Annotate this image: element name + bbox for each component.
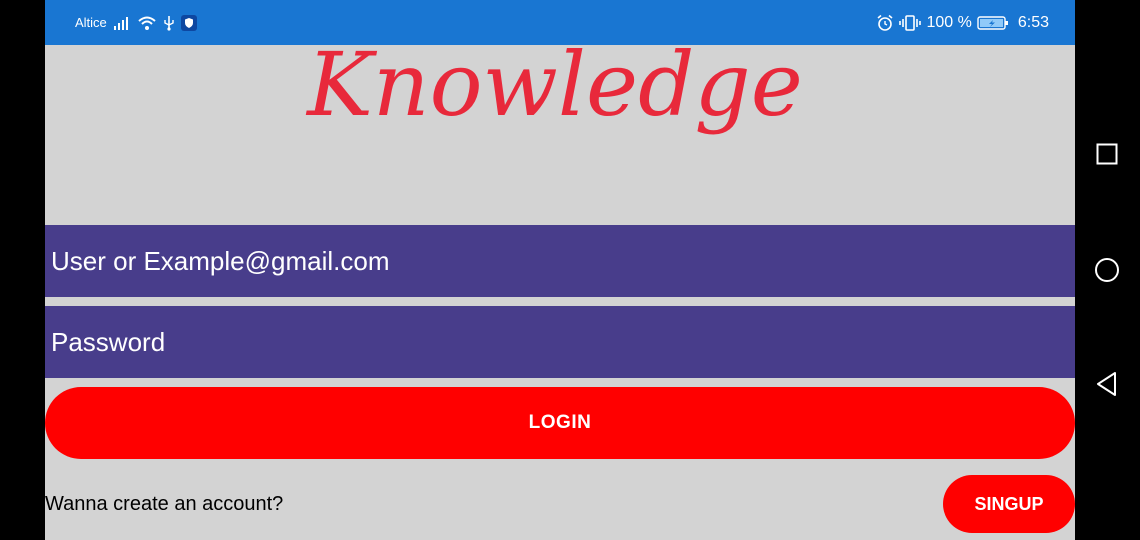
usb-icon: [163, 15, 175, 31]
home-icon[interactable]: [1087, 250, 1127, 290]
signal-icon: [113, 16, 131, 30]
navigation-bar: [1075, 0, 1140, 540]
app-screen: Altice 100 % 6:53 Knowledge User or Exam…: [45, 0, 1075, 540]
vibrate-icon: [899, 14, 922, 32]
shield-icon: [180, 14, 197, 31]
recent-apps-icon[interactable]: [1087, 134, 1127, 174]
password-field[interactable]: [45, 306, 1075, 378]
alarm-icon: [876, 14, 894, 32]
signup-button[interactable]: SINGUP: [943, 475, 1075, 533]
login-button[interactable]: LOGIN: [45, 387, 1075, 459]
password-input[interactable]: [51, 306, 1075, 378]
logo-text: Knowledge: [305, 33, 803, 136]
clock: 6:53: [1017, 13, 1049, 31]
username-input[interactable]: [51, 225, 1075, 297]
signup-prompt: Wanna create an account?: [45, 493, 284, 515]
username-field[interactable]: [45, 225, 1075, 297]
back-icon[interactable]: [1087, 364, 1127, 404]
carrier-name: Altice: [75, 15, 107, 30]
app-logo: Knowledge: [45, 30, 1075, 160]
battery-charging-icon: [977, 15, 1009, 31]
battery-percentage: 100 %: [926, 13, 972, 31]
wifi-icon: [137, 15, 157, 31]
